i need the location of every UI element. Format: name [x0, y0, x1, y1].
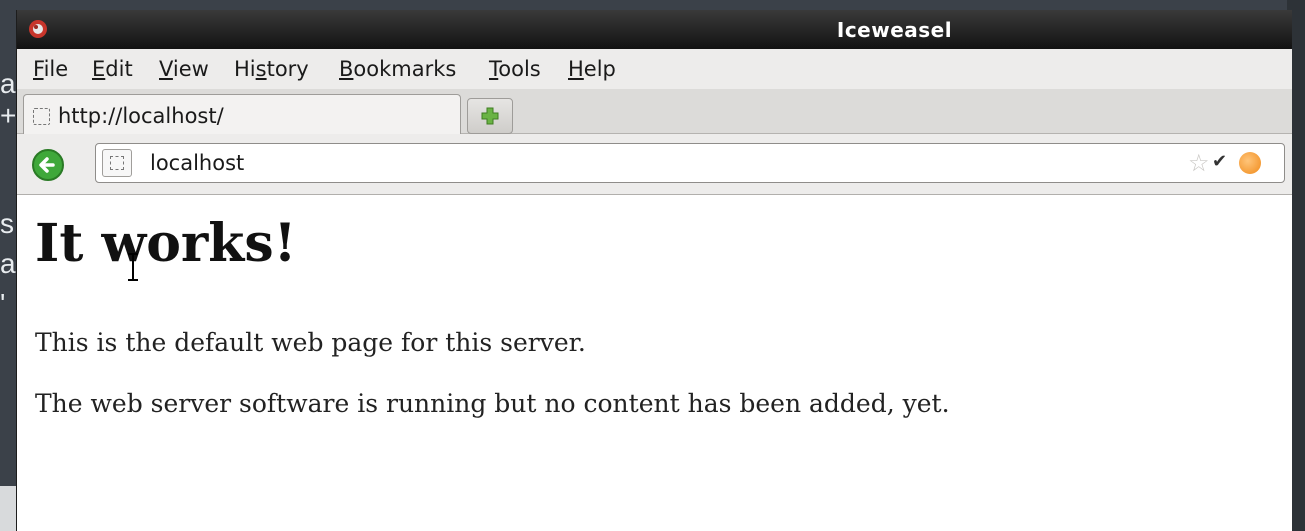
menu-label: tory — [266, 57, 309, 81]
chevron-down-icon[interactable]: ✔ — [1212, 151, 1227, 172]
menu-view[interactable]: View — [159, 57, 209, 81]
tab-label: http://localhost/ — [58, 104, 224, 128]
address-bar[interactable]: ☆ ✔ — [95, 143, 1285, 183]
menu-label: elp — [583, 57, 616, 81]
menu-label: Hi — [234, 57, 256, 81]
plus-icon — [481, 107, 499, 125]
site-identity-button[interactable] — [102, 149, 132, 177]
page-icon — [110, 156, 124, 170]
menu-file[interactable]: File — [33, 57, 68, 81]
menu-label: dit — [105, 57, 133, 81]
star-icon[interactable]: ☆ — [1188, 149, 1210, 177]
menu-mnemonic: F — [33, 57, 44, 81]
tab-localhost[interactable]: http://localhost/ — [23, 94, 461, 134]
page-paragraph: This is the default web page for this se… — [35, 328, 586, 357]
background-fragment: ' — [0, 288, 6, 319]
menu-mnemonic: E — [92, 57, 106, 81]
background-fragment: + — [0, 100, 17, 131]
menu-label: ookmarks — [353, 57, 457, 81]
text-cursor-icon — [128, 253, 138, 281]
url-input[interactable] — [150, 149, 1150, 177]
menu-mnemonic: B — [339, 57, 354, 81]
page-icon — [33, 108, 50, 125]
menu-label: ile — [43, 57, 69, 81]
title-bar[interactable]: Iceweasel — [17, 10, 1292, 49]
page-paragraph: The web server software is running but n… — [35, 389, 950, 418]
page-content: It works! This is the default web page f… — [17, 195, 1292, 531]
back-arrow-icon[interactable] — [31, 148, 65, 182]
browser-window: Iceweasel File Edit View History Bookmar… — [16, 10, 1292, 531]
tab-bar: http://localhost/ — [17, 89, 1292, 134]
page-heading: It works! — [35, 213, 297, 274]
menu-mnemonic: T — [489, 57, 499, 81]
new-tab-button[interactable] — [467, 98, 513, 134]
menu-help[interactable]: Help — [568, 57, 616, 81]
menu-mnemonic: H — [568, 57, 584, 81]
menu-history[interactable]: History — [234, 57, 309, 81]
menu-label: iew — [172, 57, 209, 81]
background-fragment: a — [0, 68, 16, 99]
menu-bookmarks[interactable]: Bookmarks — [339, 57, 456, 81]
menu-mnemonic: s — [255, 57, 267, 81]
window-title: Iceweasel — [836, 18, 953, 42]
desktop-panel-fragment — [0, 486, 16, 531]
menu-edit[interactable]: Edit — [92, 57, 133, 81]
menu-bar: File Edit View History Bookmarks Tools H… — [17, 49, 1292, 89]
background-fragment: s — [0, 208, 14, 239]
menu-tools[interactable]: Tools — [489, 57, 541, 81]
menu-mnemonic: V — [159, 57, 173, 81]
background-fragment: a — [0, 248, 16, 279]
feed-icon[interactable] — [1239, 152, 1261, 174]
menu-label: ools — [498, 57, 541, 81]
navigation-toolbar: ☆ ✔ — [17, 134, 1292, 195]
